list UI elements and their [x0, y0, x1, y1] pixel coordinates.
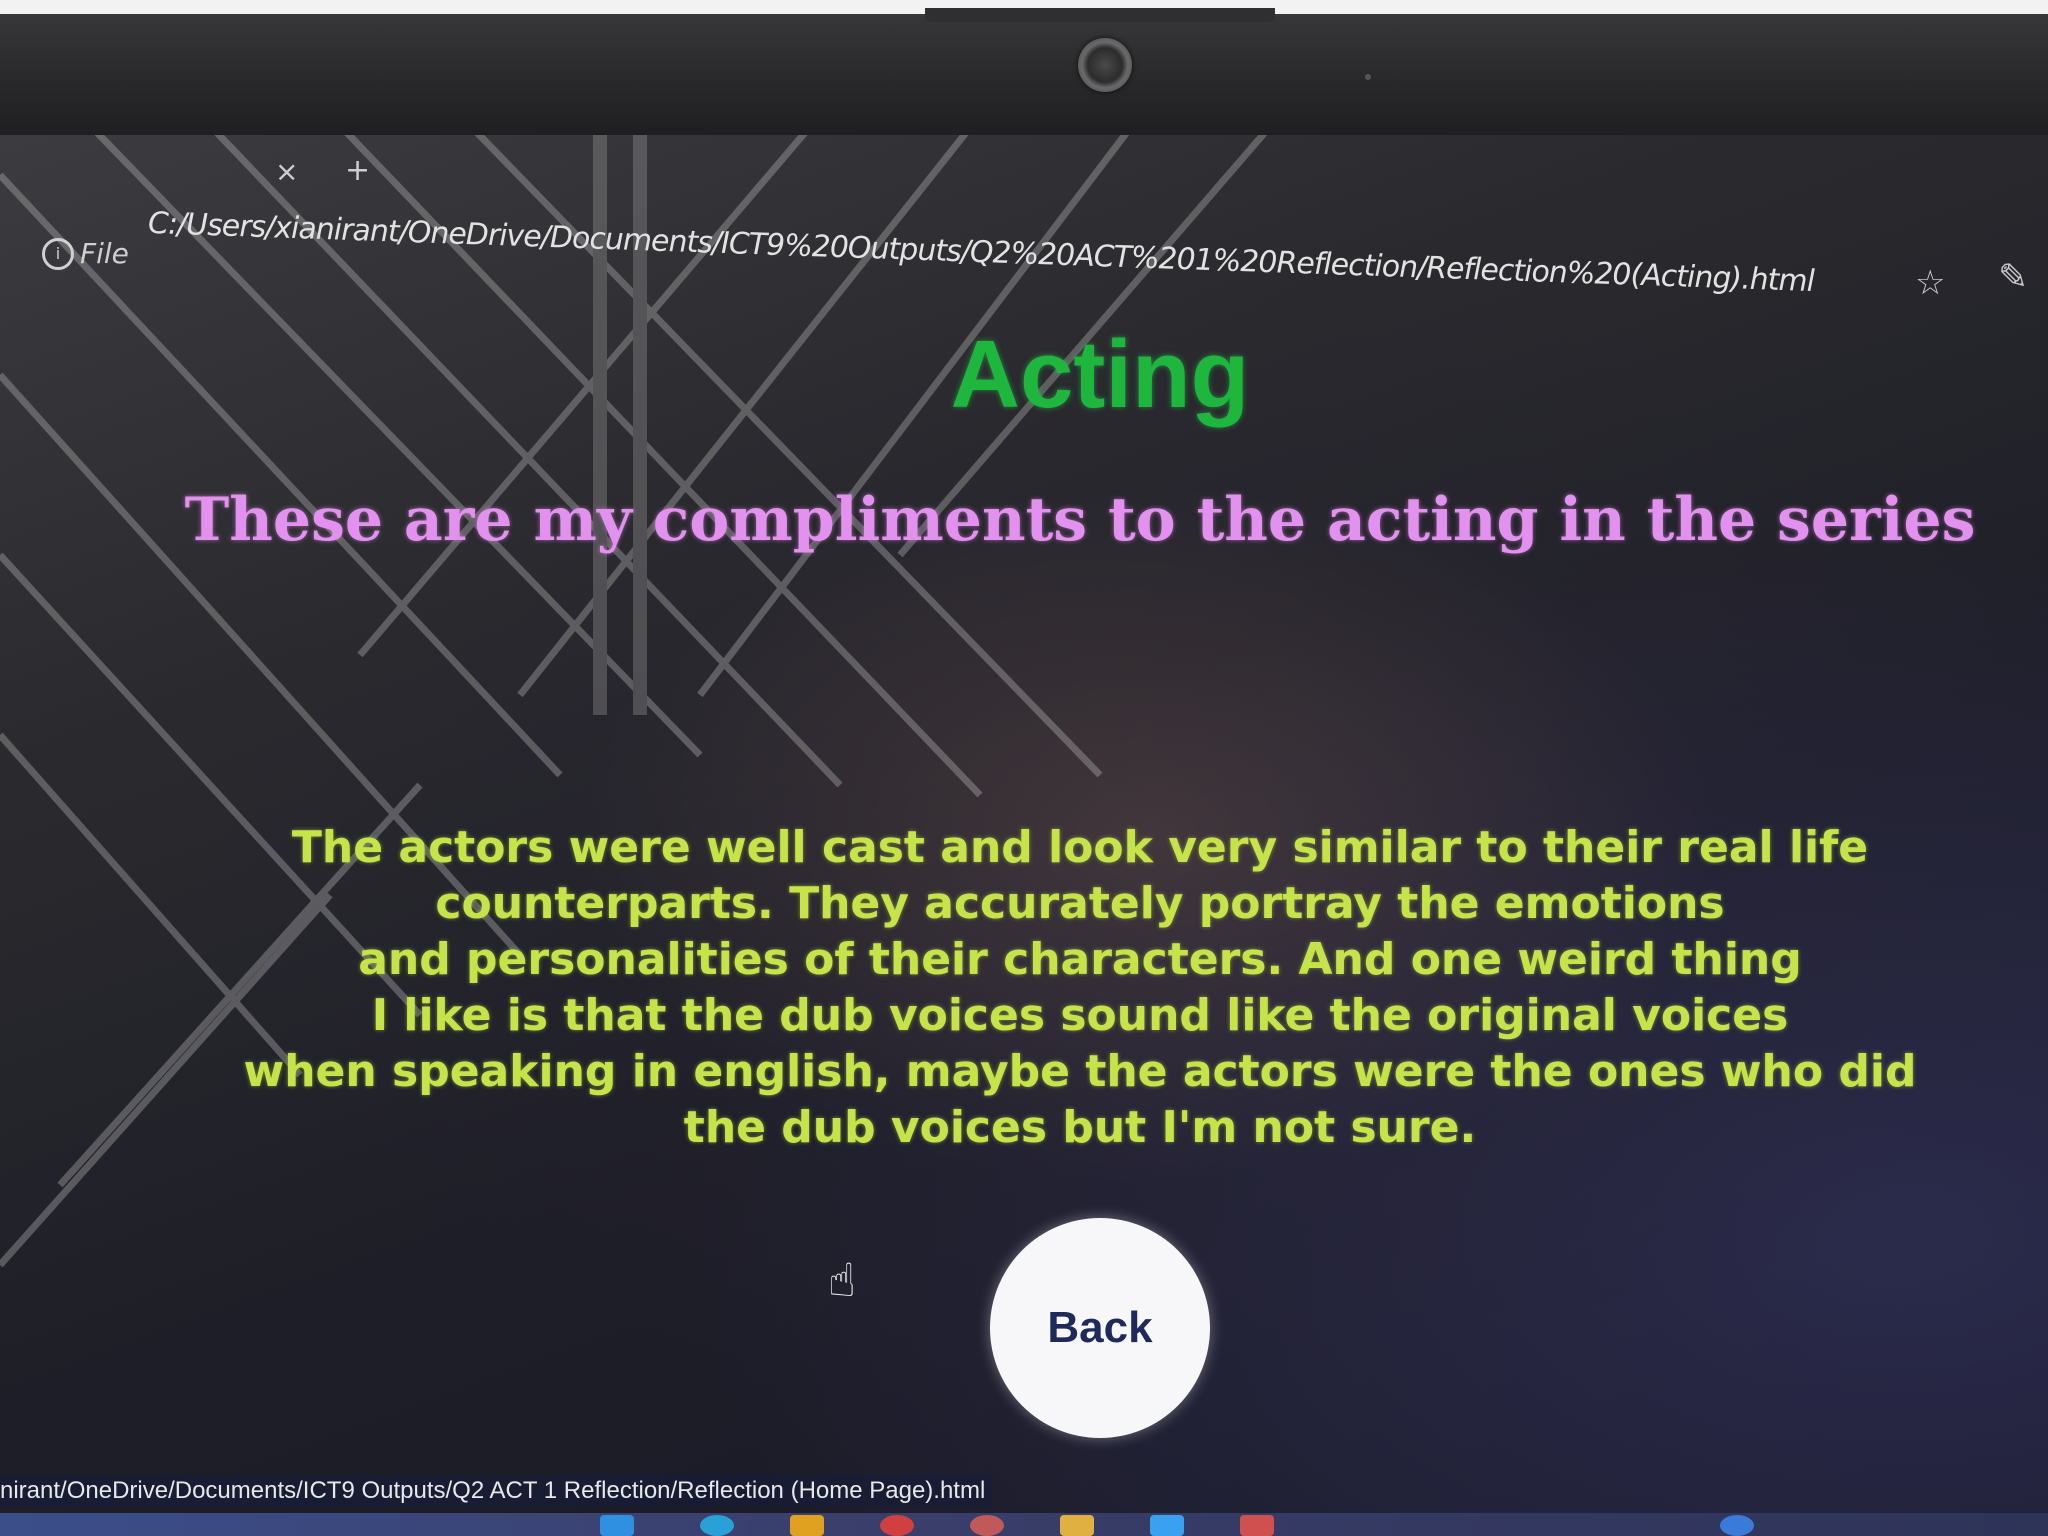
hand-cursor-icon: ☝	[828, 1253, 857, 1307]
info-icon[interactable]: i	[42, 238, 74, 270]
webcam-icon	[1078, 38, 1132, 92]
paragraph-line: the dub voices but I'm not sure.	[683, 1102, 1477, 1153]
status-bar-link: nirant/OneDrive/Documents/ICT9 Outputs/Q…	[0, 1475, 994, 1507]
back-button[interactable]: Back	[990, 1218, 1210, 1438]
browser-window: × + i File C:/Users/xianirant/OneDrive/D…	[0, 135, 2048, 1536]
taskbar-app-icon[interactable]	[1060, 1515, 1094, 1536]
star-icon[interactable]: ☆	[1915, 263, 1945, 303]
taskbar-app-icon[interactable]	[1240, 1515, 1274, 1536]
paragraph-line: and personalities of their characters. A…	[358, 934, 1802, 985]
paragraph-line: I like is that the dub voices sound like…	[371, 990, 1789, 1041]
taskbar-app-icon[interactable]	[1150, 1515, 1184, 1536]
close-icon[interactable]: ×	[275, 155, 298, 188]
reflection-paragraph: The actors were well cast and look very …	[190, 820, 1970, 1156]
taskbar-app-icon[interactable]	[880, 1515, 914, 1536]
edit-icon[interactable]: ✎	[1998, 257, 2028, 298]
taskbar-app-icon[interactable]	[790, 1515, 824, 1536]
paragraph-line: counterparts. They accurately portray th…	[435, 878, 1725, 929]
plus-icon[interactable]: +	[345, 153, 370, 188]
bezel-notch	[925, 8, 1275, 22]
system-tray-icon[interactable]	[1720, 1515, 1754, 1536]
file-label: File	[80, 237, 129, 270]
taskbar-app-icon[interactable]	[600, 1515, 634, 1536]
taskbar-app-icon[interactable]	[970, 1515, 1004, 1536]
page-title: Acting	[950, 321, 1250, 428]
webcam-indicator	[1365, 74, 1371, 80]
taskbar-app-icon[interactable]	[700, 1515, 734, 1536]
page-subtitle: These are my compliments to the acting i…	[184, 485, 1976, 555]
paragraph-line: when speaking in english, maybe the acto…	[243, 1046, 1917, 1097]
photo-of-laptop-screen: × + i File C:/Users/xianirant/OneDrive/D…	[0, 0, 2048, 1536]
paragraph-line: The actors were well cast and look very …	[291, 822, 1869, 873]
